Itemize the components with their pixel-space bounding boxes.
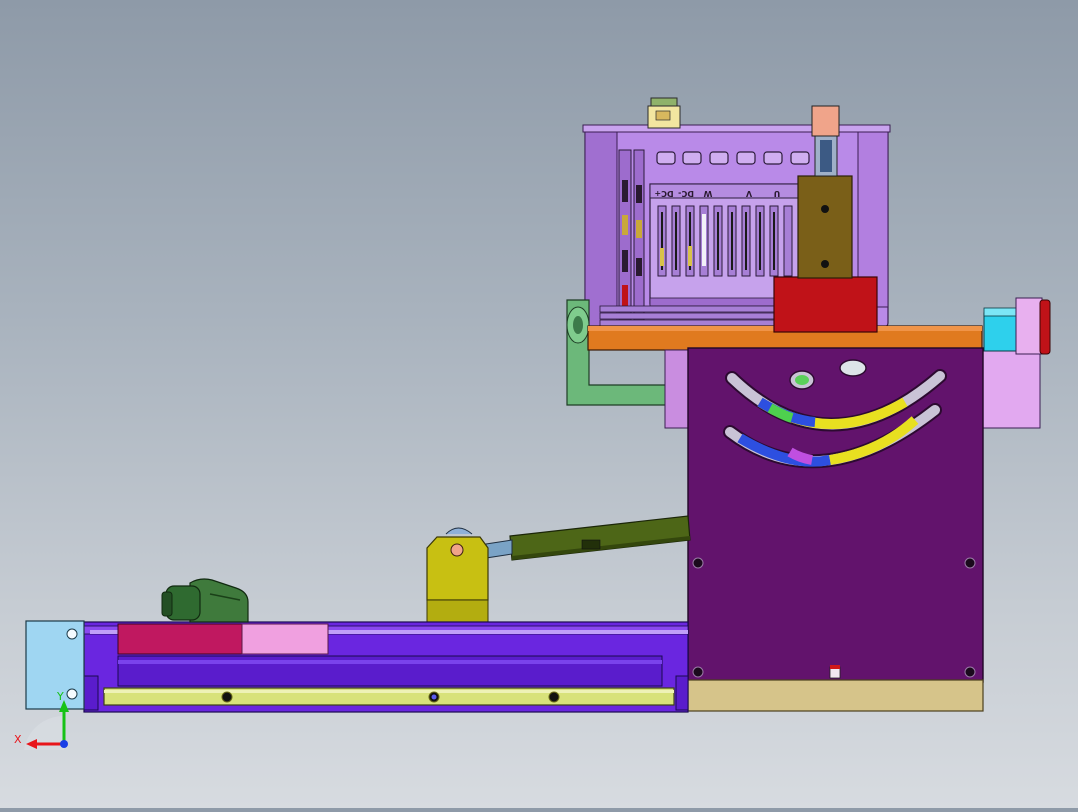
tan-base-block xyxy=(687,679,984,712)
terminal-label-2: W xyxy=(703,189,712,198)
motor-top-rim xyxy=(582,124,891,133)
vent-slots xyxy=(656,151,837,165)
motor-bottom-ribs xyxy=(599,305,781,327)
terminal-label-3: V xyxy=(745,189,752,198)
left-fins xyxy=(618,149,645,321)
motor-left-cap xyxy=(584,126,618,328)
cad-model-drawing: DC+ DC- W V U X Y xyxy=(14,97,1051,750)
terminal-label-0: DC+ xyxy=(654,189,673,198)
main-side-plate xyxy=(687,347,984,683)
small-green-motor xyxy=(161,578,249,623)
right-pink-block xyxy=(981,349,1041,429)
cyan-block xyxy=(983,312,1021,352)
left-pink-block xyxy=(664,349,691,429)
axis-x-label: X xyxy=(14,733,22,746)
top-connector xyxy=(647,97,681,129)
red-mount-block xyxy=(773,276,878,333)
red-rail-plate xyxy=(117,623,243,655)
red-knob xyxy=(1039,299,1051,355)
left-end-block xyxy=(25,620,85,710)
terminal-label-4: U xyxy=(774,189,781,198)
terminal-label-1: DC- xyxy=(678,189,694,198)
pink-rail-plate xyxy=(241,623,329,655)
right-adjust-knob[interactable] xyxy=(983,297,1051,355)
axis-y-label: Y xyxy=(56,690,64,703)
cad-viewport[interactable]: DC+ DC- W V U X Y xyxy=(0,0,1078,808)
